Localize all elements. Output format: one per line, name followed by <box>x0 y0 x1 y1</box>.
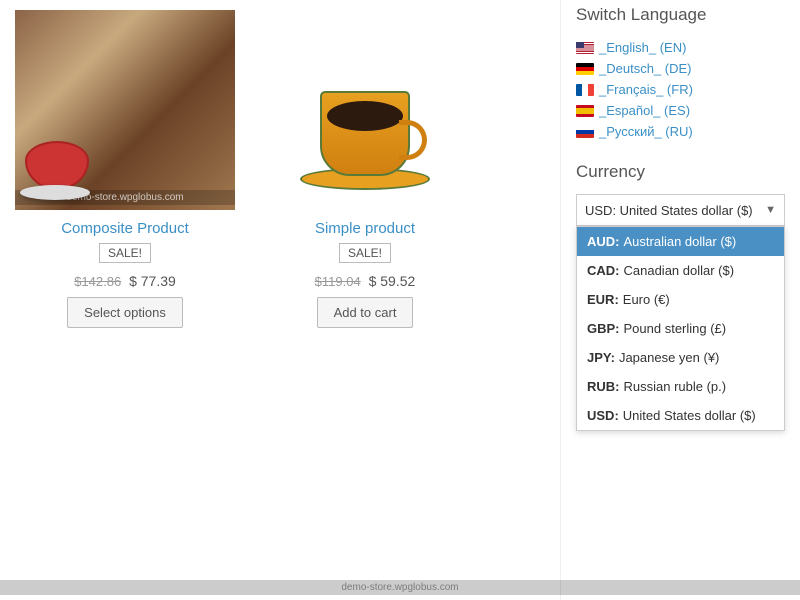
currency-option-jpy-rest: Japanese yen (¥) <box>619 350 719 365</box>
language-label-ru: _Русский_ (RU) <box>599 124 693 139</box>
currency-option-eur[interactable]: EUR: Euro (€) <box>577 285 784 314</box>
currency-option-usd[interactable]: USD: United States dollar ($) <box>577 401 784 430</box>
currency-option-aud-bold: AUD: <box>587 234 620 249</box>
currency-option-aud-rest: Australian dollar ($) <box>624 234 737 249</box>
flag-icon-es <box>576 105 594 117</box>
price-new-composite: $ 77.39 <box>129 273 176 289</box>
language-label-fr: _Français_ (FR) <box>599 82 693 97</box>
language-item-fr[interactable]: _Français_ (FR) <box>576 79 785 100</box>
currency-dropdown-wrap: USD: United States dollar ($) ▼ AUD: Aus… <box>576 194 785 226</box>
product-title-composite: Composite Product <box>61 220 189 237</box>
language-item-es[interactable]: _Español_ (ES) <box>576 100 785 121</box>
language-item-de[interactable]: _Deutsch_ (DE) <box>576 58 785 79</box>
language-label-de: _Deutsch_ (DE) <box>599 61 691 76</box>
language-label-es: _Español_ (ES) <box>599 103 690 118</box>
products-grid: demo-store.wpglobus.com Composite Produc… <box>15 10 545 328</box>
currency-dropdown: AUD: Australian dollar ($) CAD: Canadian… <box>576 226 785 431</box>
coffee-cup-illustration <box>295 30 435 190</box>
currency-select-display[interactable]: USD: United States dollar ($) ▼ <box>576 194 785 226</box>
product-card-composite: demo-store.wpglobus.com Composite Produc… <box>15 10 235 328</box>
product-card-simple: demo-store.wpglobus.com Simple product S… <box>255 10 475 328</box>
currency-option-rub[interactable]: RUB: Russian ruble (р.) <box>577 372 784 401</box>
currency-option-cad-rest: Canadian dollar ($) <box>624 263 735 278</box>
flag-icon-en <box>576 42 594 54</box>
select-options-button[interactable]: Select options <box>67 297 183 328</box>
currency-option-cad-bold: CAD: <box>587 263 620 278</box>
currency-option-jpy-bold: JPY: <box>587 350 615 365</box>
sale-badge-composite: SALE! <box>99 243 151 263</box>
price-wrap-simple: $119.04 $ 59.52 <box>315 273 416 289</box>
currency-option-gbp-bold: GBP: <box>587 321 620 336</box>
flag-icon-fr <box>576 84 594 96</box>
sale-badge-simple: SALE! <box>339 243 391 263</box>
currency-option-cad[interactable]: CAD: Canadian dollar ($) <box>577 256 784 285</box>
price-wrap-composite: $142.86 $ 77.39 <box>74 273 176 289</box>
watermark-composite: demo-store.wpglobus.com <box>15 190 235 205</box>
currency-option-jpy[interactable]: JPY: Japanese yen (¥) <box>577 343 784 372</box>
price-old-composite: $142.86 <box>74 274 121 289</box>
language-label-en: _English_ (EN) <box>599 40 686 55</box>
currency-option-eur-rest: Euro (€) <box>623 292 670 307</box>
price-new-simple: $ 59.52 <box>369 273 416 289</box>
product-title-simple: Simple product <box>315 220 415 237</box>
flag-icon-de <box>576 63 594 75</box>
main-content: demo-store.wpglobus.com Composite Produc… <box>0 0 560 600</box>
price-old-simple: $119.04 <box>315 274 361 289</box>
currency-option-aud[interactable]: AUD: Australian dollar ($) <box>577 227 784 256</box>
currency-option-usd-rest: United States dollar ($) <box>623 408 756 423</box>
currency-option-rub-bold: RUB: <box>587 379 620 394</box>
watermark-simple: demo-store.wpglobus.com <box>0 580 800 595</box>
flag-icon-ru <box>576 126 594 138</box>
language-item-ru[interactable]: _Русский_ (RU) <box>576 121 785 142</box>
currency-option-gbp[interactable]: GBP: Pound sterling (£) <box>577 314 784 343</box>
cup-body <box>320 91 410 176</box>
currency-title: Currency <box>576 162 785 182</box>
product-image-simple: demo-store.wpglobus.com <box>255 10 475 210</box>
currency-option-eur-bold: EUR: <box>587 292 619 307</box>
switch-language-title: Switch Language <box>576 5 785 25</box>
language-list: _English_ (EN) _Deutsch_ (DE) _Français_… <box>576 37 785 142</box>
currency-option-gbp-rest: Pound sterling (£) <box>624 321 727 336</box>
language-item-en[interactable]: _English_ (EN) <box>576 37 785 58</box>
add-to-cart-button[interactable]: Add to cart <box>317 297 414 328</box>
cup-handle <box>399 120 427 160</box>
chevron-down-icon: ▼ <box>765 204 776 216</box>
sidebar: Switch Language _English_ (EN) _Deutsch_… <box>560 0 800 600</box>
currency-option-rub-rest: Russian ruble (р.) <box>624 379 727 394</box>
currency-option-usd-bold: USD: <box>587 408 619 423</box>
currency-selected-label: USD: United States dollar ($) <box>585 203 753 218</box>
product-image-composite: demo-store.wpglobus.com <box>15 10 235 210</box>
